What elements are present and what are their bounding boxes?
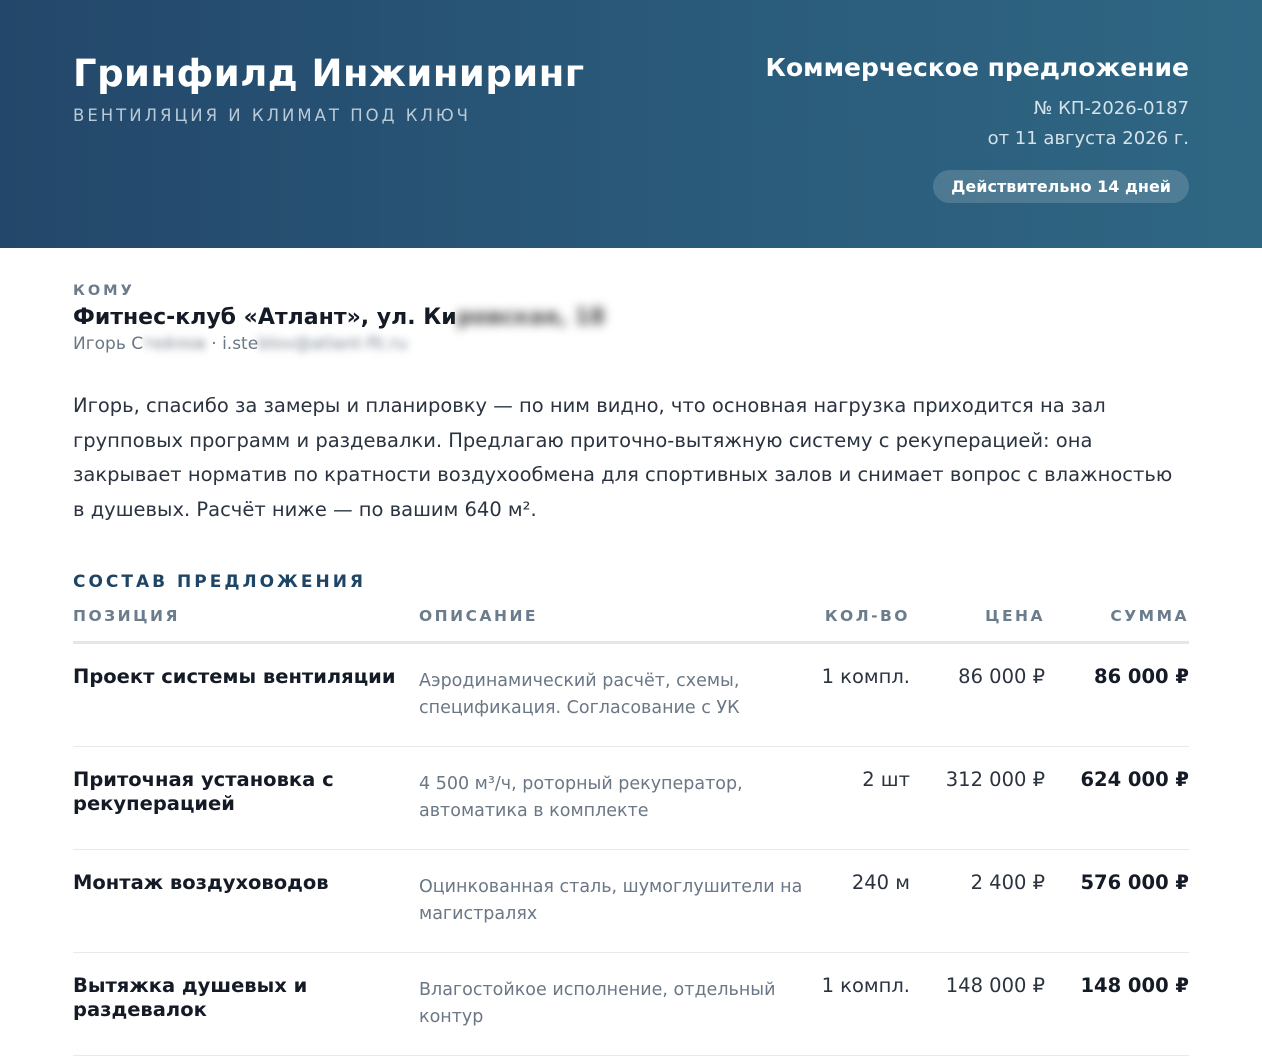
document-title: Коммерческое предложение: [765, 53, 1189, 82]
recipient-contact: Игорь Стейлов · i.steblov@atlant-fit.ru: [73, 334, 1189, 354]
row-price: 86 000 ₽: [910, 642, 1045, 747]
row-position: Проект системы вентиляции: [73, 642, 419, 747]
document-header: Гринфилд Инжиниринг ВЕНТИЛЯЦИЯ И КЛИМАТ …: [0, 0, 1262, 248]
contact-name-redacted: тейлов: [143, 334, 206, 354]
document-number: № КП-2026-0187: [1033, 98, 1189, 119]
column-header-description: ОПИСАНИЕ: [419, 607, 819, 644]
recipient-name-visible: Фитнес-клуб «Атлант», ул. Ки: [73, 305, 457, 330]
contact-email-redacted: blov@atlant-fit.ru: [258, 334, 408, 354]
row-qty: 2 шт: [819, 746, 910, 850]
row-qty: 240 м: [819, 849, 910, 953]
row-description: Оцинкованная сталь, шумоглушители на маг…: [419, 849, 819, 953]
company-name: Гринфилд Инжиниринг: [73, 52, 585, 95]
row-price: 148 000 ₽: [910, 952, 1045, 1056]
table-row: Монтаж воздуховодов Оцинкованная сталь, …: [73, 849, 1189, 953]
row-description: Влагостойкое исполнение, отдельный конту…: [419, 952, 819, 1056]
section-title: СОСТАВ ПРЕДЛОЖЕНИЯ: [73, 572, 367, 592]
recipient-label: КОМУ: [73, 283, 135, 299]
row-price: 2 400 ₽: [910, 849, 1045, 953]
validity-badge: Действительно 14 дней: [933, 170, 1189, 203]
column-header-qty: КОЛ-ВО: [819, 607, 910, 644]
row-sum: 624 000 ₽: [1045, 746, 1189, 850]
contact-name-visible: Игорь С: [73, 334, 144, 354]
document-meta: Коммерческое предложение № КП-2026-0187 …: [766, 52, 1189, 203]
row-position: Вытяжка душевых и раздевалок: [73, 952, 419, 1056]
row-position: Приточная установка с рекуперацией: [73, 746, 419, 850]
row-description: 4 500 м³/ч, роторный рекуператор, автома…: [419, 746, 819, 850]
intro-paragraph: Игорь, спасибо за замеры и планировку — …: [73, 394, 1173, 521]
row-sum: 148 000 ₽: [1045, 952, 1189, 1056]
contact-email-visible: i.ste: [222, 334, 259, 354]
column-header-position: ПОЗИЦИЯ: [73, 607, 419, 644]
table-row: Вытяжка душевых и раздевалок Влагостойко…: [73, 952, 1189, 1056]
row-qty: 1 компл.: [819, 952, 910, 1056]
row-qty: 1 компл.: [819, 642, 910, 747]
column-header-price: ЦЕНА: [910, 607, 1045, 644]
document-date: от 11 августа 2026 г.: [987, 128, 1189, 149]
company-tagline: ВЕНТИЛЯЦИЯ И КЛИМАТ ПОД КЛЮЧ: [73, 106, 471, 125]
row-sum: 86 000 ₽: [1045, 642, 1189, 747]
table-header-row: ПОЗИЦИЯ ОПИСАНИЕ КОЛ-ВО ЦЕНА СУММА: [73, 607, 1189, 644]
recipient-name-redacted: ровская, 18: [456, 305, 606, 330]
table-row: Проект системы вентиляции Аэродинамическ…: [73, 642, 1189, 747]
contact-separator: ·: [205, 334, 223, 354]
recipient-name: Фитнес-клуб «Атлант», ул. Кировская, 18: [73, 305, 1189, 330]
row-sum: 576 000 ₽: [1045, 849, 1189, 953]
items-table: ПОЗИЦИЯ ОПИСАНИЕ КОЛ-ВО ЦЕНА СУММА Проек…: [73, 607, 1189, 1056]
brand-block: Гринфилд Инжиниринг ВЕНТИЛЯЦИЯ И КЛИМАТ …: [73, 52, 585, 125]
column-header-sum: СУММА: [1045, 607, 1189, 644]
row-position: Монтаж воздуховодов: [73, 849, 419, 953]
row-price: 312 000 ₽: [910, 746, 1045, 850]
document-body: КОМУ Фитнес-клуб «Атлант», ул. Кировская…: [0, 248, 1262, 1056]
table-row: Приточная установка с рекуперацией 4 500…: [73, 746, 1189, 850]
row-description: Аэродинамический расчёт, схемы, специфик…: [419, 642, 819, 747]
